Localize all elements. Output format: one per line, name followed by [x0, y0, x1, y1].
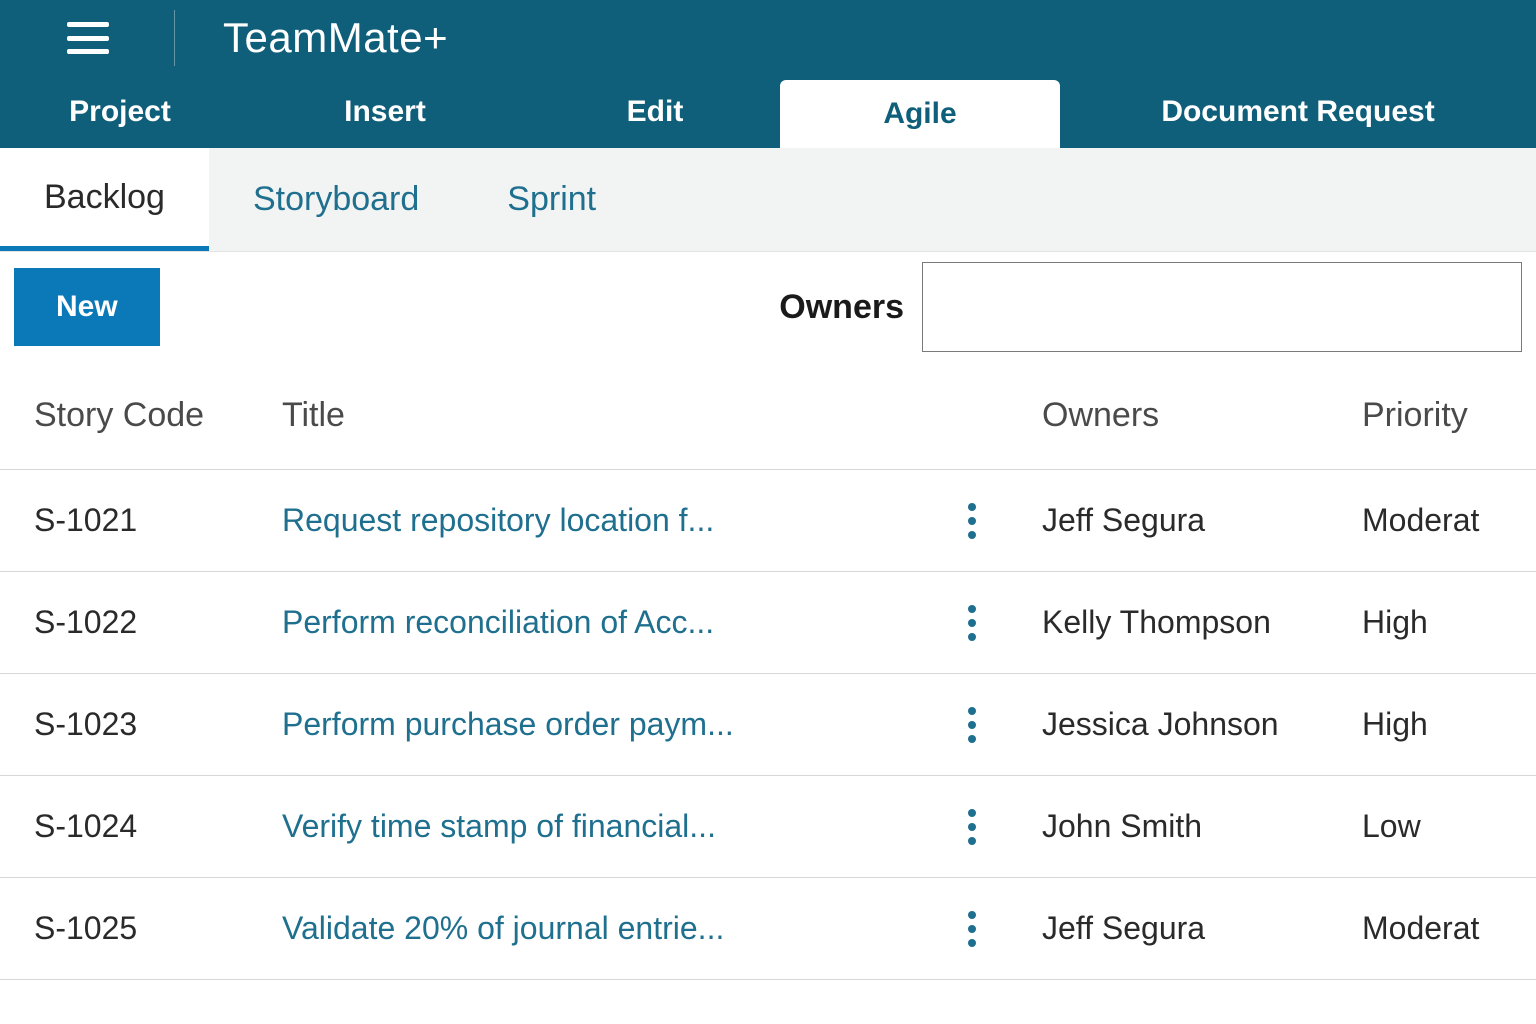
tab-project[interactable]: Project	[0, 76, 240, 148]
col-header-story-code[interactable]: Story Code	[14, 396, 282, 435]
owners-filter-input[interactable]	[922, 262, 1522, 352]
cell-story-code: S-1021	[14, 502, 282, 539]
table-row: S-1025 Validate 20% of journal entrie...…	[0, 878, 1536, 980]
cell-priority: Moderat	[1362, 502, 1522, 539]
cell-priority: Moderat	[1362, 910, 1522, 947]
subtab-backlog[interactable]: Backlog	[0, 148, 209, 251]
kebab-icon[interactable]	[958, 799, 986, 855]
cell-story-code: S-1022	[14, 604, 282, 641]
table-row: S-1021 Request repository location f... …	[0, 470, 1536, 572]
tab-agile[interactable]: Agile	[780, 80, 1060, 148]
tab-edit[interactable]: Edit	[530, 76, 780, 148]
cell-row-menu	[902, 493, 1042, 549]
kebab-icon[interactable]	[958, 493, 986, 549]
cell-row-menu	[902, 595, 1042, 651]
col-header-owners[interactable]: Owners	[1042, 396, 1362, 435]
kebab-icon[interactable]	[958, 901, 986, 957]
subtab-sprint[interactable]: Sprint	[463, 148, 640, 251]
table-row: S-1024 Verify time stamp of financial...…	[0, 776, 1536, 878]
kebab-icon[interactable]	[958, 697, 986, 753]
cell-owner: John Smith	[1042, 808, 1362, 845]
cell-story-code: S-1024	[14, 808, 282, 845]
cell-owner: Jeff Segura	[1042, 910, 1362, 947]
cell-owner: Jeff Segura	[1042, 502, 1362, 539]
table-row: S-1022 Perform reconciliation of Acc... …	[0, 572, 1536, 674]
cell-title-link[interactable]: Perform reconciliation of Acc...	[282, 604, 902, 641]
col-header-priority[interactable]: Priority	[1362, 396, 1522, 435]
col-header-title[interactable]: Title	[282, 396, 902, 435]
table-row: S-1023 Perform purchase order paym... Je…	[0, 674, 1536, 776]
subtab-storyboard[interactable]: Storyboard	[209, 148, 463, 251]
cell-story-code: S-1023	[14, 706, 282, 743]
cell-row-menu	[902, 697, 1042, 753]
tab-insert[interactable]: Insert	[240, 76, 530, 148]
cell-title-link[interactable]: Perform purchase order paym...	[282, 706, 902, 743]
cell-owner: Kelly Thompson	[1042, 604, 1362, 641]
cell-owner: Jessica Johnson	[1042, 706, 1362, 743]
cell-row-menu	[902, 901, 1042, 957]
cell-title-link[interactable]: Validate 20% of journal entrie...	[282, 910, 902, 947]
cell-story-code: S-1025	[14, 910, 282, 947]
app-header: TeamMate+	[0, 0, 1536, 76]
main-tab-bar: Project Insert Edit Agile Document Reque…	[0, 76, 1536, 148]
backlog-grid: Story Code Title Owners Priority S-1021 …	[0, 362, 1536, 980]
kebab-icon[interactable]	[958, 595, 986, 651]
hamburger-icon[interactable]	[67, 22, 109, 54]
cell-row-menu	[902, 799, 1042, 855]
cell-title-link[interactable]: Verify time stamp of financial...	[282, 808, 902, 845]
hamburger-container	[0, 0, 175, 76]
toolbar: New Owners	[0, 252, 1536, 362]
tab-document-request[interactable]: Document Request	[1060, 76, 1536, 148]
app-title: TeamMate+	[175, 14, 448, 62]
cell-priority: Low	[1362, 808, 1522, 845]
sub-tab-bar: Backlog Storyboard Sprint	[0, 148, 1536, 252]
cell-priority: High	[1362, 706, 1522, 743]
cell-title-link[interactable]: Request repository location f...	[282, 502, 902, 539]
owners-filter-label: Owners	[779, 288, 904, 327]
new-button[interactable]: New	[14, 268, 160, 346]
grid-header-row: Story Code Title Owners Priority	[0, 362, 1536, 470]
cell-priority: High	[1362, 604, 1522, 641]
